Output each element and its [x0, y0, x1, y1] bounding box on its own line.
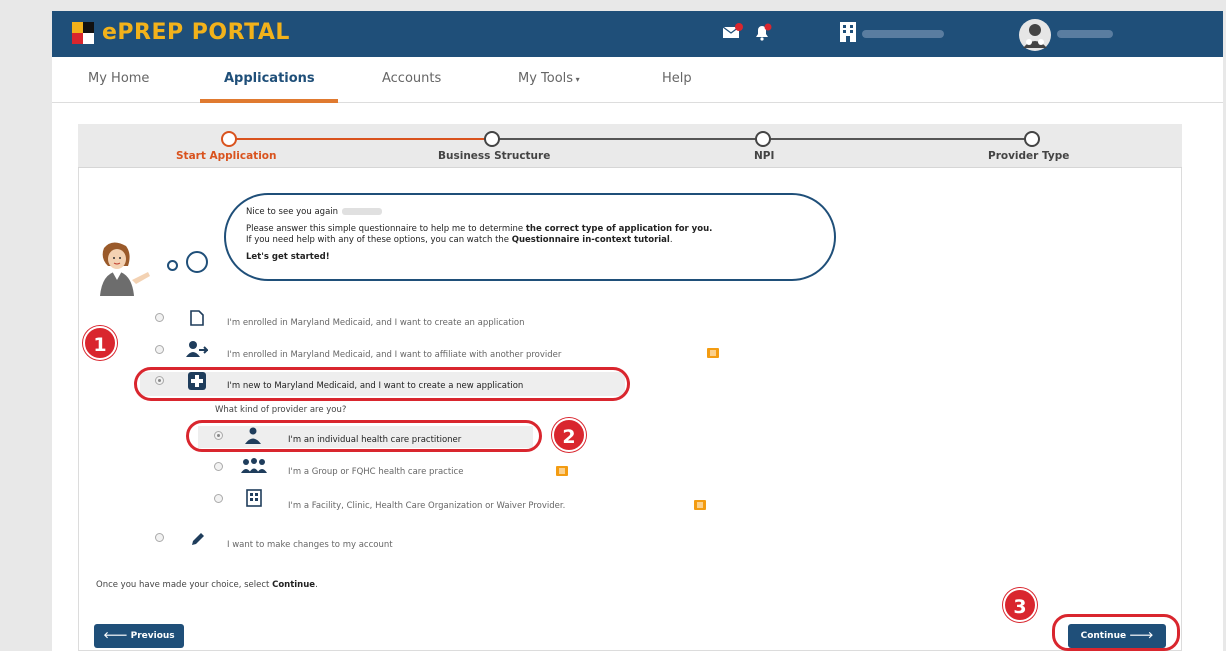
provider-kind-question: What kind of provider are you?	[215, 405, 347, 415]
nav-accounts[interactable]: Accounts	[382, 71, 441, 86]
building-icon[interactable]	[838, 21, 858, 43]
step-label-provider-type: Provider Type	[988, 150, 1070, 162]
radio-changes[interactable]	[155, 533, 164, 542]
step-dot-business-structure	[484, 131, 500, 147]
annotation-marker-1: 1	[83, 326, 117, 360]
portal-logo[interactable]: ePREP PORTAL	[72, 20, 290, 45]
video-tutorial-icon[interactable]	[707, 348, 719, 358]
annotation-marker-2: 2	[552, 418, 586, 452]
option-facility[interactable]: I'm a Facility, Clinic, Health Care Orga…	[288, 501, 565, 511]
maryland-flag-icon	[72, 21, 94, 44]
radio-facility[interactable]	[214, 494, 223, 503]
caret-down-icon: ▾	[573, 75, 580, 84]
user-link-icon	[186, 341, 208, 357]
step-label-npi: NPI	[754, 150, 775, 162]
arrow-left-icon: 🡐	[103, 631, 131, 641]
top-bar: ePREP PORTAL	[52, 11, 1223, 57]
organization-name-redacted	[862, 30, 944, 38]
annotation-highlight-1	[134, 367, 630, 401]
progress-stepper: Start Application Business Structure NPI…	[78, 124, 1182, 168]
facility-building-icon	[246, 489, 262, 507]
video-tutorial-icon[interactable]	[694, 500, 706, 510]
radio-group[interactable]	[214, 462, 223, 471]
video-tutorial-icon[interactable]	[556, 466, 568, 476]
document-icon	[190, 310, 204, 326]
bubble-greeting: Nice to see you again	[246, 205, 814, 220]
nav-help[interactable]: Help	[662, 71, 692, 86]
pencil-icon	[192, 533, 204, 545]
main-nav: My Home Applications Accounts My Tools ▾…	[52, 57, 1223, 103]
step-dot-provider-type	[1024, 131, 1040, 147]
radio-enrolled-create[interactable]	[155, 313, 164, 322]
nav-my-tools-label: My Tools	[518, 71, 574, 86]
option-changes[interactable]: I want to make changes to my account	[227, 540, 393, 550]
option-enrolled-create[interactable]: I'm enrolled in Maryland Medicaid, and I…	[227, 318, 525, 328]
radio-enrolled-affiliate[interactable]	[155, 345, 164, 354]
assistant-avatar-icon	[100, 242, 150, 296]
brand-name: ePREP PORTAL	[102, 20, 290, 45]
user-avatar-icon[interactable]	[1018, 18, 1052, 52]
group-practice-icon	[241, 458, 267, 473]
bell-icon[interactable]	[752, 23, 774, 41]
bubble-line-3: Let's get started!	[246, 252, 330, 262]
step-label-business-structure: Business Structure	[438, 150, 551, 162]
step-connector	[484, 138, 764, 140]
tutorial-link[interactable]: Questionnaire in-context tutorial	[512, 235, 670, 245]
step-dot-npi	[755, 131, 771, 147]
thought-bubble-small	[167, 260, 178, 271]
annotation-marker-3: 3	[1003, 588, 1037, 622]
previous-button[interactable]: 🡐 Previous	[94, 624, 184, 648]
thought-bubble-large	[186, 251, 208, 273]
continue-instruction: Once you have made your choice, select C…	[96, 580, 318, 590]
mail-icon[interactable]	[722, 23, 744, 41]
option-enrolled-affiliate[interactable]: I'm enrolled in Maryland Medicaid, and I…	[227, 350, 561, 360]
step-dot-start-application	[221, 131, 237, 147]
step-connector	[236, 138, 484, 140]
annotation-highlight-3	[1052, 614, 1180, 651]
annotation-highlight-2	[186, 420, 542, 452]
step-label-start-application: Start Application	[176, 150, 277, 162]
nav-applications[interactable]: Applications	[224, 71, 315, 86]
assistant-speech-bubble: Nice to see you again Please answer this…	[224, 193, 836, 281]
option-group[interactable]: I'm a Group or FQHC health care practice	[288, 467, 463, 477]
bubble-line-2: If you need help with any of these optio…	[246, 235, 673, 245]
nav-my-home[interactable]: My Home	[88, 71, 149, 86]
nav-my-tools[interactable]: My Tools ▾	[518, 71, 580, 86]
step-connector	[764, 138, 1030, 140]
user-name-redacted	[1057, 30, 1113, 38]
user-name-redacted	[342, 208, 383, 215]
